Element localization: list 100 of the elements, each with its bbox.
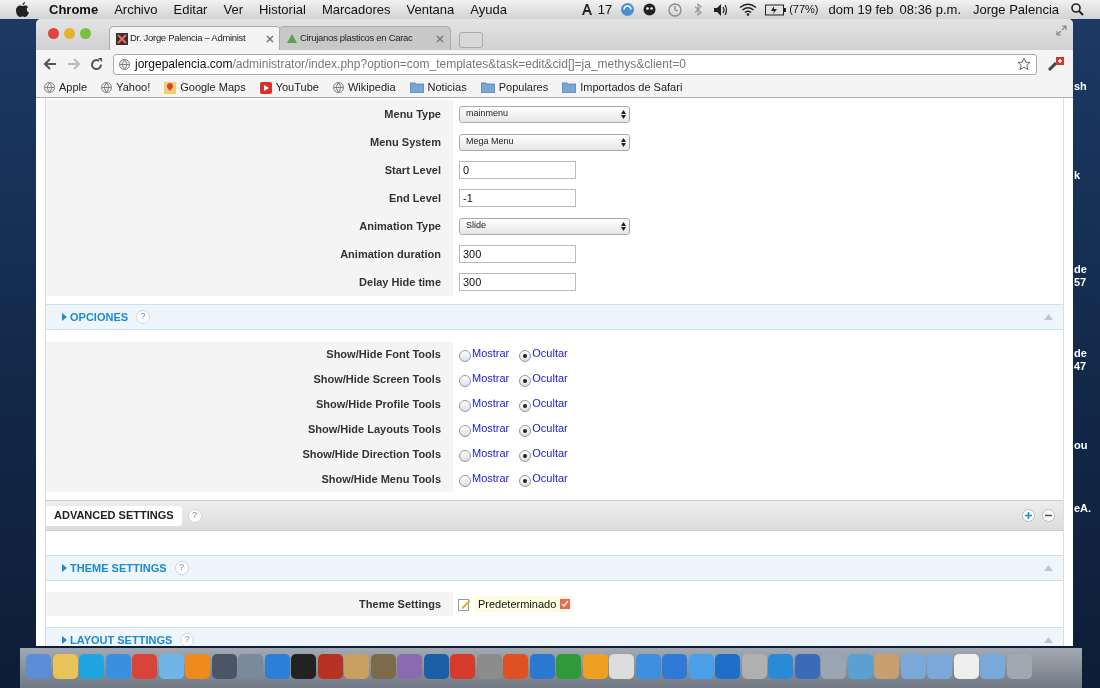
browser-tab[interactable]: Dr. Jorge Palencia – Administ	[109, 26, 281, 50]
wifi-icon[interactable]	[739, 3, 758, 16]
dock-app-icon[interactable]	[370, 654, 396, 679]
star-icon[interactable]	[1017, 57, 1031, 71]
volume-icon[interactable]	[714, 3, 730, 16]
radio-button[interactable]	[459, 399, 471, 412]
help-icon[interactable]: ?	[180, 633, 195, 646]
radio-button[interactable]	[519, 424, 532, 437]
dock-app-icon[interactable]	[609, 654, 634, 679]
close-tab-icon[interactable]	[436, 34, 444, 43]
expand-all-icon[interactable]	[1022, 509, 1035, 522]
minimize-window-button[interactable]	[64, 28, 75, 39]
dock-app-icon[interactable]	[52, 654, 78, 679]
text-field[interactable]: 300	[459, 273, 576, 291]
close-tab-icon[interactable]	[266, 34, 274, 43]
remove-icon[interactable]	[560, 599, 571, 609]
radio-button[interactable]	[519, 449, 532, 462]
search-icon[interactable]	[1071, 3, 1084, 16]
radio-button[interactable]	[459, 374, 471, 387]
radio-label[interactable]: Ocultar	[532, 444, 568, 462]
radio-button[interactable]	[519, 399, 532, 412]
dock-app-icon[interactable]	[423, 654, 449, 679]
menu-item[interactable]: Archivo	[114, 0, 158, 20]
dock-app-icon[interactable]	[211, 654, 237, 679]
battery-icon[interactable]	[765, 3, 788, 16]
radio-button[interactable]	[519, 474, 532, 487]
radio-label[interactable]: Mostrar	[472, 469, 510, 487]
bookmark[interactable]: Yahoo!	[101, 79, 151, 96]
face-icon[interactable]	[643, 3, 657, 16]
radio-button[interactable]	[459, 349, 471, 362]
help-icon[interactable]: ?	[136, 310, 151, 324]
bookmark[interactable]: Populares	[480, 79, 549, 96]
collapse-icon[interactable]	[1044, 565, 1053, 571]
text-field[interactable]: 300	[459, 245, 576, 263]
radio-label[interactable]: Mostrar	[472, 369, 510, 387]
collapse-icon[interactable]	[1044, 314, 1053, 320]
reload-icon[interactable]	[90, 57, 103, 71]
radio-label[interactable]: Mostrar	[472, 444, 510, 462]
menu-item[interactable]: Ver	[223, 0, 243, 20]
radio-label[interactable]: Mostrar	[472, 394, 510, 412]
edit-icon[interactable]	[458, 597, 471, 611]
collapse-all-icon[interactable]	[1042, 509, 1055, 522]
radio-label[interactable]: Ocultar	[532, 419, 568, 437]
radio-label[interactable]: Ocultar	[532, 369, 568, 387]
bluetooth-icon[interactable]	[694, 3, 703, 16]
zoom-window-button[interactable]	[80, 28, 91, 39]
radio-label[interactable]: Ocultar	[532, 469, 568, 487]
radio-label[interactable]: Ocultar	[532, 394, 568, 412]
user-name[interactable]: Jorge Palencia	[973, 0, 1059, 20]
text-field[interactable]: -1	[459, 189, 576, 207]
clock-icon[interactable]	[668, 2, 683, 17]
dock-app-icon[interactable]	[953, 654, 979, 679]
collapse-icon[interactable]	[1044, 637, 1053, 643]
close-window-button[interactable]	[48, 28, 59, 39]
radio-label[interactable]: Mostrar	[472, 419, 510, 437]
menu-item[interactable]: Ventana	[406, 0, 455, 20]
bookmark[interactable]: Google Maps	[164, 79, 246, 96]
menu-item[interactable]: Marcadores	[321, 0, 391, 20]
advanced-settings-tab[interactable]: ADVANCED SETTINGS	[46, 505, 182, 526]
dock-app-icon[interactable]	[291, 654, 316, 679]
radio-label[interactable]: Mostrar	[472, 344, 510, 362]
text-input-icon[interactable]	[580, 3, 595, 16]
sync-icon[interactable]	[620, 2, 636, 17]
help-icon[interactable]: ?	[174, 561, 189, 575]
back-icon[interactable]	[44, 58, 57, 70]
dock-app-icon[interactable]	[317, 654, 343, 679]
radio-button[interactable]	[459, 424, 471, 437]
menu-time[interactable]: 08:36 p.m.	[899, 0, 961, 20]
menu-item[interactable]: Ayuda	[470, 0, 507, 20]
text-field[interactable]: 0	[459, 161, 576, 179]
bookmark[interactable]: Apple	[44, 79, 88, 96]
dropdown[interactable]: mainmenu	[459, 105, 630, 123]
menu-date[interactable]: dom 19 feb	[828, 0, 894, 20]
radio-button[interactable]	[519, 349, 532, 362]
bookmark[interactable]: Importados de Safari	[562, 79, 683, 96]
dropdown[interactable]: Slide	[459, 217, 630, 235]
wrench-icon[interactable]	[1047, 56, 1065, 72]
address-bar[interactable]: jorgepalencia.com/administrator/index.php?option=com_templates&task=edit&cid[]=ja_methys&client=0	[113, 53, 1037, 75]
bookmark[interactable]: YouTube	[259, 79, 319, 96]
fullscreen-icon[interactable]	[1056, 25, 1067, 36]
field-label: Animation Type	[359, 218, 441, 234]
radio-label[interactable]: Ocultar	[532, 344, 568, 362]
battery-percent[interactable]: (77%)	[789, 1, 819, 18]
app-menu[interactable]: Chrome	[49, 0, 99, 20]
radio-button[interactable]	[459, 474, 471, 487]
browser-tab[interactable]: Cirujanos plasticos en Carac	[279, 26, 451, 50]
status-count[interactable]: 17	[597, 0, 613, 20]
bookmark[interactable]: Wikipedia	[332, 79, 396, 96]
dropdown[interactable]: Mega Menu	[459, 133, 630, 151]
menu-item[interactable]: Editar	[173, 0, 208, 20]
new-tab-button[interactable]	[459, 32, 483, 48]
help-icon[interactable]: ?	[187, 508, 202, 523]
dock-app-icon[interactable]	[794, 654, 820, 679]
forward-icon[interactable]	[67, 58, 80, 70]
menu-item[interactable]: Historial	[258, 0, 306, 20]
video-icon	[259, 81, 272, 94]
radio-button[interactable]	[519, 374, 532, 387]
bookmark[interactable]: Noticias	[409, 79, 467, 96]
apple-icon[interactable]	[16, 2, 29, 17]
radio-button[interactable]	[459, 449, 471, 462]
